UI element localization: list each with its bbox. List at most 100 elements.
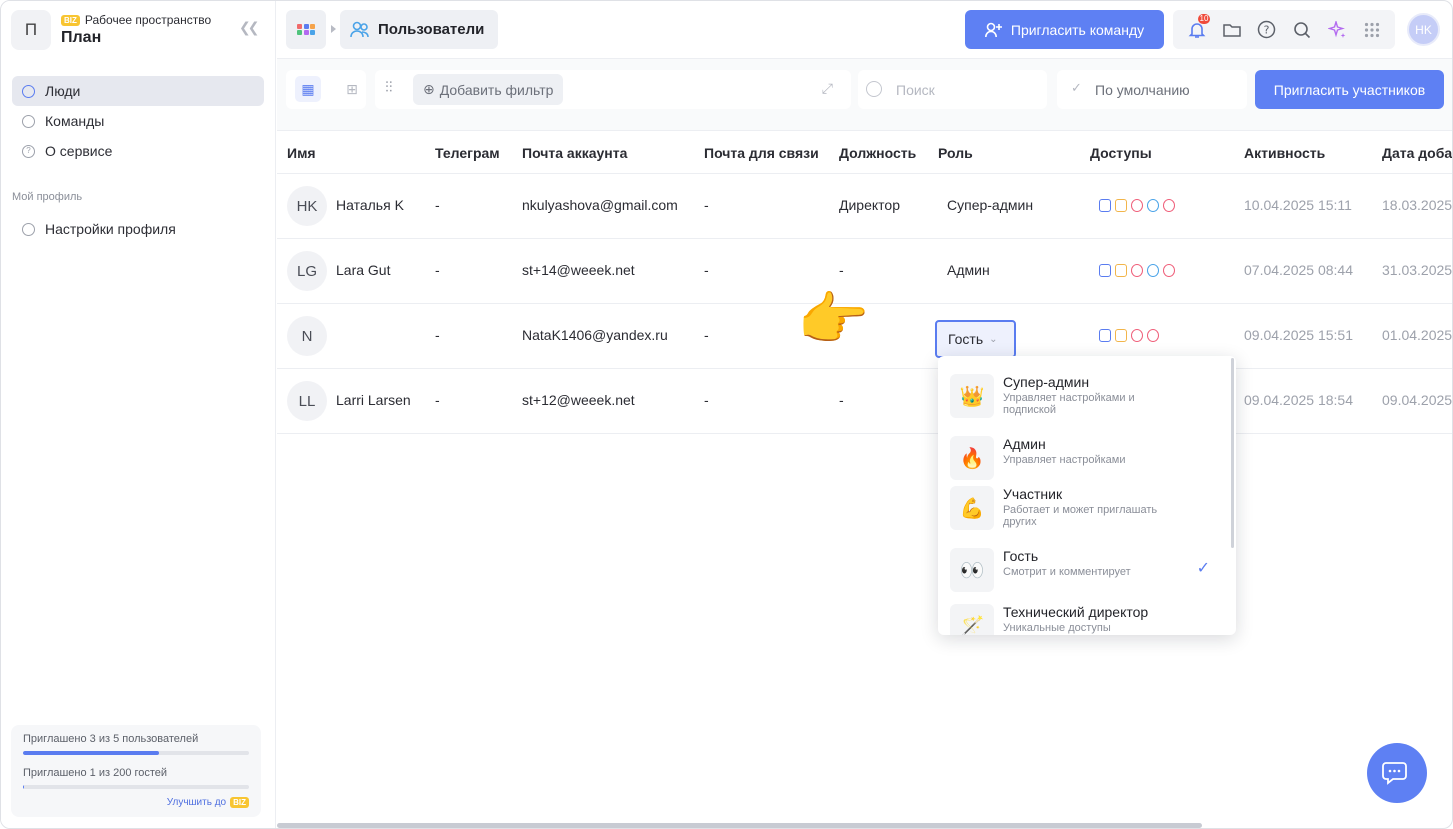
sparkles-icon[interactable] <box>1326 19 1348 41</box>
teams-icon <box>22 114 35 128</box>
date-added: 31.03.2025 <box>1382 262 1453 278</box>
sort-select[interactable]: ✓ По умолчанию <box>1057 70 1247 109</box>
invite-team-label: Пригласить команду <box>1010 21 1145 38</box>
upgrade-label: Улучшить до <box>166 797 227 808</box>
analytics-access-icon <box>1163 264 1175 277</box>
magic-wand-icon: 🪄 <box>950 604 994 635</box>
avatar: LG <box>287 251 327 291</box>
telegram: - <box>435 327 440 343</box>
sliders-icon[interactable]: ⫶⫶ <box>385 79 393 96</box>
position: Директор <box>839 197 900 213</box>
column-header[interactable]: Роль <box>938 145 973 161</box>
activity: 09.04.2025 18:54 <box>1244 392 1353 408</box>
table-row[interactable]: HK Наталья K - nkulyashova@gmail.com - Д… <box>277 174 1452 239</box>
sidebar: П BIZ Рабочее пространство План ❮❮ Люди … <box>1 1 276 828</box>
user-name: Наталья K <box>336 197 404 213</box>
user-name: Larri Larsen <box>336 392 411 408</box>
date-added: 09.04.2025 <box>1382 392 1453 408</box>
folder-icon[interactable] <box>1221 19 1243 41</box>
account-email: st+14@weeek.net <box>522 262 635 278</box>
column-header[interactable]: Активность <box>1244 145 1325 161</box>
support-chat-button[interactable] <box>1367 743 1427 803</box>
sidebar-item-profile-settings[interactable]: Настройки профиля <box>12 214 264 244</box>
analytics-access-icon <box>1163 199 1175 212</box>
account-email: NataK1406@yandex.ru <box>522 327 668 343</box>
dropdown-scrollbar[interactable] <box>1231 358 1234 548</box>
role-select[interactable]: Гость ⌄ <box>935 320 1016 358</box>
search-icon[interactable] <box>1291 19 1313 41</box>
table-view-icon[interactable]: ▦ <box>295 76 321 102</box>
collapse-sidebar-icon[interactable]: ❮❮ <box>239 19 260 36</box>
add-filter-button[interactable]: ⊕ Добавить фильтр <box>413 74 564 105</box>
sidebar-item-label: Команды <box>45 113 105 129</box>
role-option-admin[interactable]: 🔥 Админ Управляет настройками <box>950 430 1220 486</box>
role-option-member[interactable]: 💪 Участник Работает и может приглашать д… <box>950 480 1220 536</box>
breadcrumb[interactable]: Пользователи <box>340 10 499 49</box>
invite-participants-button[interactable]: Пригласить участников <box>1255 70 1444 109</box>
fire-icon: 🔥 <box>950 436 994 480</box>
teams-access-icon <box>1147 199 1159 212</box>
upgrade-link[interactable]: Улучшить до BIZ <box>167 797 249 808</box>
sidebar-item-about[interactable]: ? О сервисе <box>12 136 264 166</box>
role-option-super-admin[interactable]: 👑 Супер-админ Управляет настройками и по… <box>950 368 1220 424</box>
column-header[interactable]: Должность <box>839 145 916 161</box>
crm-access-icon <box>1131 264 1143 277</box>
tasks-access-icon <box>1099 199 1111 212</box>
role-select-value: Гость <box>948 331 984 347</box>
apps-button[interactable] <box>286 10 326 49</box>
sidebar-item-teams[interactable]: Команды <box>12 106 264 136</box>
muscle-icon: 💪 <box>950 486 994 530</box>
column-header[interactable]: Телеграм <box>435 145 500 161</box>
sort-label: По умолчанию <box>1095 81 1190 98</box>
bell-icon[interactable]: 10 <box>1186 13 1211 41</box>
search-input[interactable]: Поиск <box>858 70 1047 109</box>
search-placeholder: Поиск <box>896 81 935 98</box>
role-option-cto[interactable]: 🪄 Технический директор Уникальные доступ… <box>950 598 1220 635</box>
breadcrumb-label: Пользователи <box>378 21 485 38</box>
breadcrumb-separator-icon <box>331 25 336 33</box>
contact-email: - <box>704 197 709 213</box>
tasks-access-icon <box>1099 264 1111 277</box>
filter-bar: ⫶⫶ ⊕ Добавить фильтр ⤢ <box>375 70 851 109</box>
top-header: Пользователи Пригласить команду 10 ? HK <box>277 1 1452 59</box>
plan-badge: BIZ <box>61 14 80 26</box>
telegram: - <box>435 197 440 213</box>
date-added: 01.04.2025 <box>1382 327 1453 343</box>
add-filter-label: Добавить фильтр <box>439 81 554 98</box>
role-option-guest[interactable]: 👀 Гость Смотрит и комментирует ✓ <box>950 542 1220 598</box>
workspace-switcher[interactable]: П BIZ Рабочее пространство План <box>11 10 266 52</box>
docs-access-icon <box>1115 199 1127 212</box>
sidebar-item-people[interactable]: Люди <box>12 76 264 106</box>
table-row[interactable]: LL Larri Larsen - st+12@weeek.net - - 09… <box>277 369 1453 434</box>
users-quota-label: Приглашено 3 из 5 пользователей <box>23 733 199 745</box>
add-user-icon <box>984 22 1002 37</box>
apps-grid-icon[interactable] <box>1361 19 1383 41</box>
smile-icon <box>22 84 35 98</box>
view-switcher: ▦ ⊞ <box>286 70 366 109</box>
sidebar-item-label: Настройки профиля <box>45 221 176 237</box>
card-view-icon[interactable]: ⊞ <box>339 76 365 102</box>
column-header[interactable]: Доступы <box>1090 145 1152 161</box>
column-header[interactable]: Почта для связи <box>704 145 819 161</box>
user-avatar[interactable]: HK <box>1407 13 1440 46</box>
role-option-desc: Работает и может приглашать других <box>1003 504 1158 528</box>
role[interactable]: Админ <box>947 262 990 278</box>
invite-team-button[interactable]: Пригласить команду <box>965 10 1164 49</box>
crm-access-icon <box>1131 329 1143 342</box>
section-title: Мой профиль <box>12 191 83 203</box>
role-option-title: Технический директор <box>1003 604 1149 620</box>
role-option-desc: Смотрит и комментирует <box>1003 566 1131 578</box>
users-table: Имя Телеграм Почта аккаунта Почта для св… <box>277 131 1453 828</box>
horizontal-scrollbar[interactable] <box>277 823 1202 828</box>
activity: 09.04.2025 15:51 <box>1244 327 1353 343</box>
role[interactable]: Супер-админ <box>947 197 1033 213</box>
expand-icon[interactable]: ⤢ <box>822 80 833 97</box>
help-circle-icon[interactable]: ? <box>1256 19 1278 41</box>
column-header[interactable]: Имя <box>287 145 316 161</box>
role-option-title: Админ <box>1003 436 1046 452</box>
settings-icon <box>22 222 35 236</box>
column-header[interactable]: Дата доба <box>1382 145 1452 161</box>
position: - <box>839 262 844 278</box>
apps-icon <box>297 23 315 36</box>
column-header[interactable]: Почта аккаунта <box>522 145 627 161</box>
